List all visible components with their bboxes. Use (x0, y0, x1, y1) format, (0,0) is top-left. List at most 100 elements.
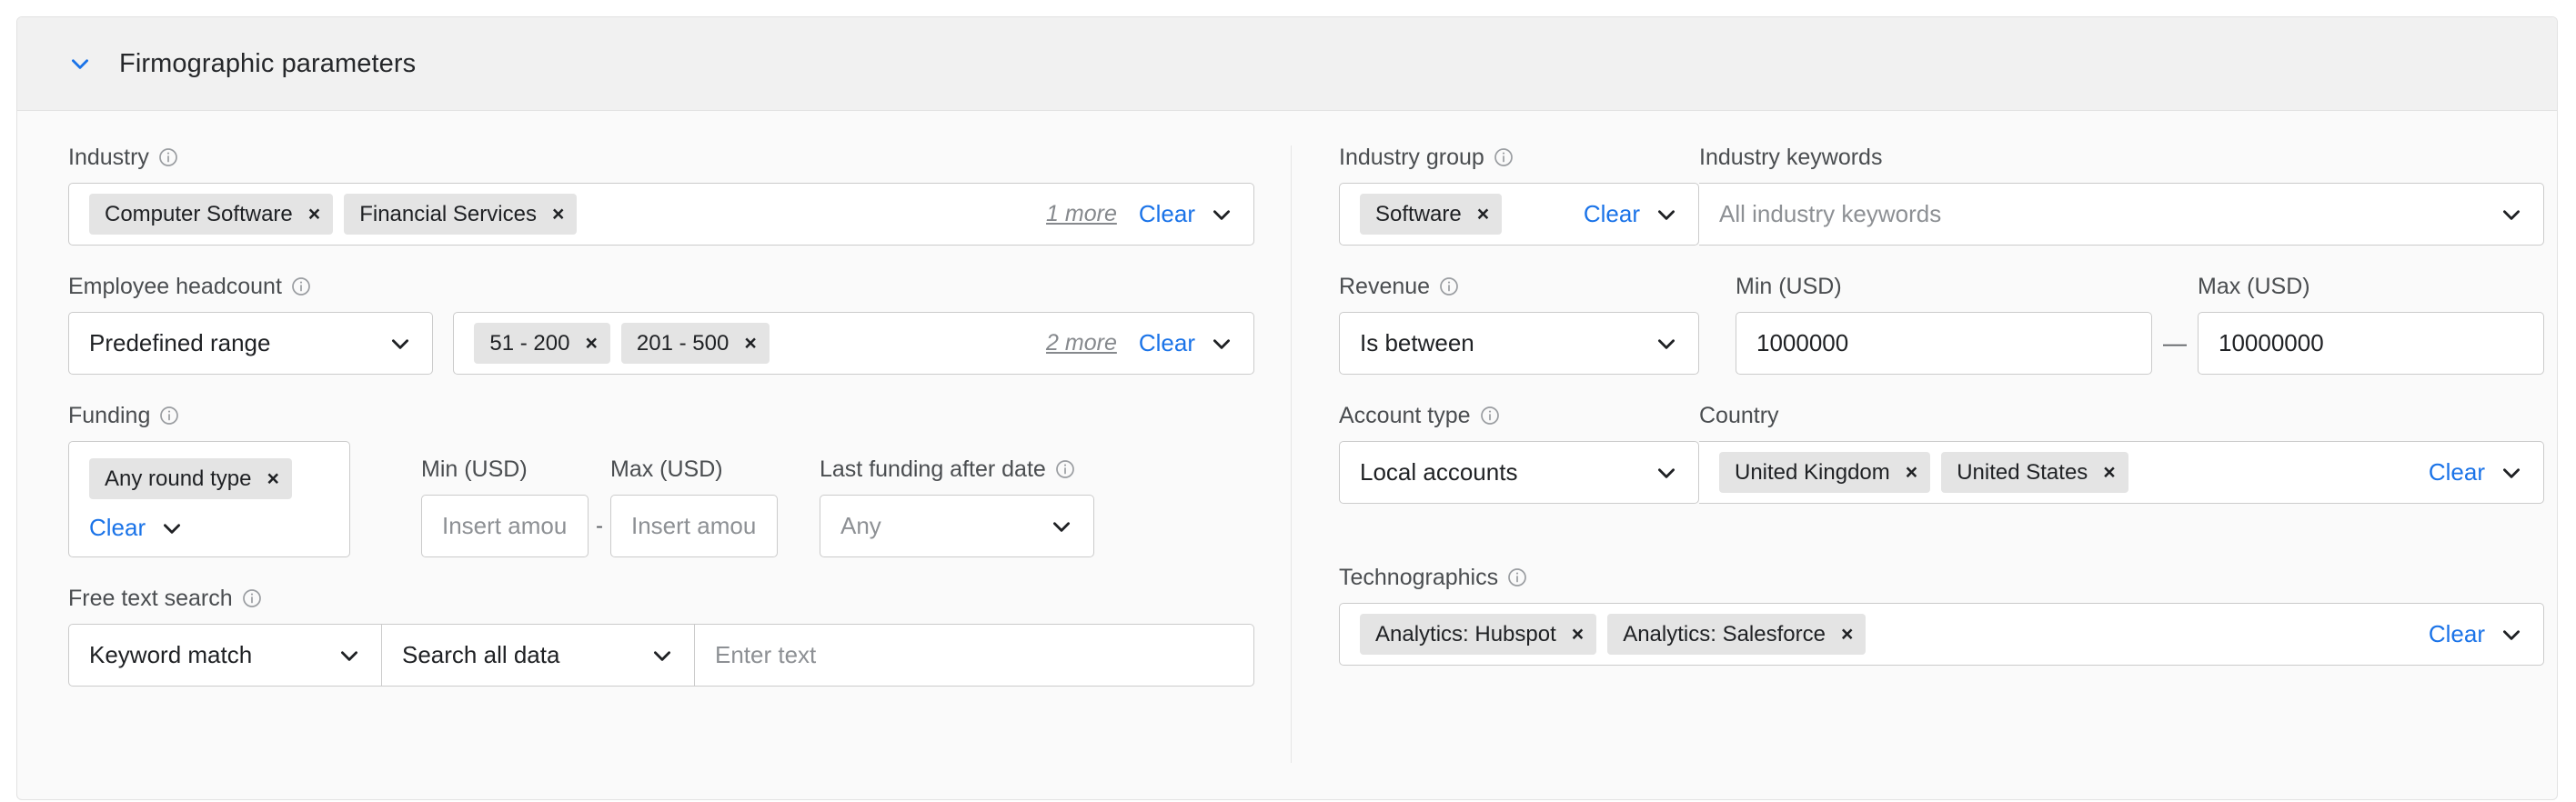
chevron-down-icon[interactable] (2500, 203, 2523, 226)
chip-remove-icon[interactable]: × (744, 333, 756, 354)
funding-max-input-wrap[interactable] (610, 495, 778, 557)
free-text-search-label: Free text search (68, 585, 233, 611)
collapse-chevron-down-icon[interactable] (65, 48, 96, 79)
info-icon[interactable] (290, 276, 312, 297)
free-text-input-wrap[interactable] (695, 625, 1253, 686)
chip-remove-icon[interactable]: × (552, 204, 564, 225)
employee-headcount-multiselect[interactable]: 51 - 200 × 201 - 500 × 2 more Clear (453, 312, 1254, 375)
chevron-down-icon[interactable] (1210, 203, 1233, 226)
free-text-search-field: Free text search Keyword match Search al… (68, 585, 1254, 687)
info-icon[interactable] (1479, 405, 1501, 426)
chip-remove-icon[interactable]: × (308, 204, 320, 225)
chip-remove-icon[interactable]: × (1906, 462, 1917, 483)
revenue-operator-select[interactable]: Is between (1339, 312, 1699, 375)
right-column: Industry group Software × Clear Industry… (1292, 144, 2557, 799)
employee-headcount-mode-select[interactable]: Predefined range (68, 312, 434, 375)
industry-more-link[interactable]: 1 more (1046, 201, 1117, 227)
info-icon[interactable] (1506, 566, 1528, 588)
funding-round-multiselect[interactable]: Any round type × Clear (68, 441, 350, 557)
chip-remove-icon[interactable]: × (1572, 624, 1584, 645)
industry-label: Industry (68, 144, 149, 170)
last-funding-date-field: Last funding after date Any (820, 456, 1094, 557)
chevron-down-icon[interactable] (1655, 203, 1678, 226)
funding-min-input-wrap[interactable] (421, 495, 589, 557)
revenue-min-field: Min (USD) (1736, 273, 2152, 375)
info-icon[interactable] (1054, 458, 1076, 480)
chevron-down-icon[interactable] (2500, 623, 2523, 647)
page-title: Firmographic parameters (119, 48, 417, 78)
chip-label: United States (1957, 459, 2088, 485)
chip-remove-icon[interactable]: × (585, 333, 597, 354)
revenue-min-input-wrap[interactable] (1736, 312, 2152, 375)
chevron-down-icon[interactable] (2500, 461, 2523, 485)
chip-remove-icon[interactable]: × (2103, 462, 2115, 483)
industry-group-clear-button[interactable]: Clear (1584, 200, 1640, 228)
revenue-max-input[interactable] (2219, 329, 2523, 357)
last-funding-date-select[interactable]: Any (820, 495, 1094, 557)
technographics-field: Technographics Analytics: Hubspot × Analy… (1339, 564, 2544, 666)
chip-remove-icon[interactable]: × (1477, 204, 1489, 225)
country-multiselect[interactable]: United Kingdom × United States × Clear (1699, 441, 2544, 504)
technographics-clear-button[interactable]: Clear (2429, 620, 2485, 648)
industry-multiselect[interactable]: Computer Software × Financial Services × 1… (68, 183, 1254, 246)
industry-keywords-field: Industry keywords All industry keywords (1699, 144, 2544, 246)
info-icon[interactable] (1438, 276, 1460, 297)
chip-remove-icon[interactable]: × (1841, 624, 1853, 645)
chevron-down-icon[interactable] (388, 332, 412, 356)
industry-group-multiselect[interactable]: Software × Clear (1339, 183, 1699, 246)
employee-headcount-more-link[interactable]: 2 more (1046, 330, 1117, 356)
info-icon[interactable] (1493, 146, 1514, 168)
chip[interactable]: Analytics: Hubspot × (1360, 614, 1597, 655)
revenue-label: Revenue (1339, 273, 1431, 299)
search-scope-select[interactable]: Search all data (382, 625, 695, 686)
employee-headcount-clear-button[interactable]: Clear (1139, 329, 1195, 357)
chip[interactable]: United States × (1941, 452, 2128, 493)
chevron-down-icon[interactable] (1050, 515, 1073, 538)
chip[interactable]: United Kingdom × (1719, 452, 1931, 493)
revenue-max-input-wrap[interactable] (2198, 312, 2544, 375)
revenue-min-input[interactable] (1756, 329, 2131, 357)
employee-headcount-label: Employee headcount (68, 273, 282, 299)
chip-remove-icon[interactable]: × (267, 468, 278, 489)
technographics-multiselect[interactable]: Analytics: Hubspot × Analytics: Salesforc… (1339, 603, 2544, 666)
chevron-down-icon[interactable] (160, 516, 184, 540)
country-label: Country (1699, 402, 1779, 428)
chip-label: Analytics: Salesforce (1623, 621, 1826, 647)
info-icon[interactable] (157, 146, 179, 168)
chip[interactable]: 201 - 500 × (620, 323, 770, 364)
technographics-label: Technographics (1339, 564, 1499, 590)
chip-label: 201 - 500 (636, 330, 730, 356)
funding-label: Funding (68, 402, 151, 428)
chip[interactable]: Software × (1360, 194, 1503, 235)
chevron-down-icon[interactable] (1655, 332, 1678, 356)
chip[interactable]: Any round type × (89, 458, 292, 499)
chip[interactable]: Financial Services × (344, 194, 578, 235)
chevron-down-icon[interactable] (650, 644, 674, 667)
keyword-match-select[interactable]: Keyword match (69, 625, 382, 686)
chip[interactable]: Analytics: Salesforce × (1607, 614, 1867, 655)
chip-label: 51 - 200 (489, 330, 570, 356)
funding-max-input[interactable] (631, 512, 757, 540)
free-text-search-row: Free text search Keyword match Search al… (68, 585, 1254, 687)
industry-clear-button[interactable]: Clear (1139, 200, 1195, 228)
industry-keywords-select[interactable]: All industry keywords (1699, 183, 2544, 246)
chip[interactable]: 51 - 200 × (474, 323, 610, 364)
info-icon[interactable] (158, 405, 180, 426)
funding-row: Funding Any round type × Clear Min (USD)… (68, 402, 1254, 557)
panel-header: Firmographic parameters (17, 17, 2557, 111)
chevron-down-icon[interactable] (1655, 461, 1678, 485)
info-icon[interactable] (241, 587, 263, 609)
employee-headcount-ranges-field: 51 - 200 × 201 - 500 × 2 more Clear (453, 312, 1254, 375)
chevron-down-icon[interactable] (337, 644, 361, 667)
country-field: Country United Kingdom × United States × C… (1699, 402, 2544, 504)
chip-label: Computer Software (105, 201, 293, 226)
country-chip-list: United Kingdom × United States × (1719, 452, 2128, 493)
account-type-select[interactable]: Local accounts (1339, 441, 1699, 504)
free-text-search-input[interactable] (715, 641, 1233, 669)
funding-min-input[interactable] (442, 512, 568, 540)
country-clear-button[interactable]: Clear (2429, 458, 2485, 486)
free-text-search-label-group: Free text search (68, 585, 1254, 612)
funding-clear-button[interactable]: Clear (89, 514, 146, 542)
chevron-down-icon[interactable] (1210, 332, 1233, 356)
chip[interactable]: Computer Software × (89, 194, 334, 235)
